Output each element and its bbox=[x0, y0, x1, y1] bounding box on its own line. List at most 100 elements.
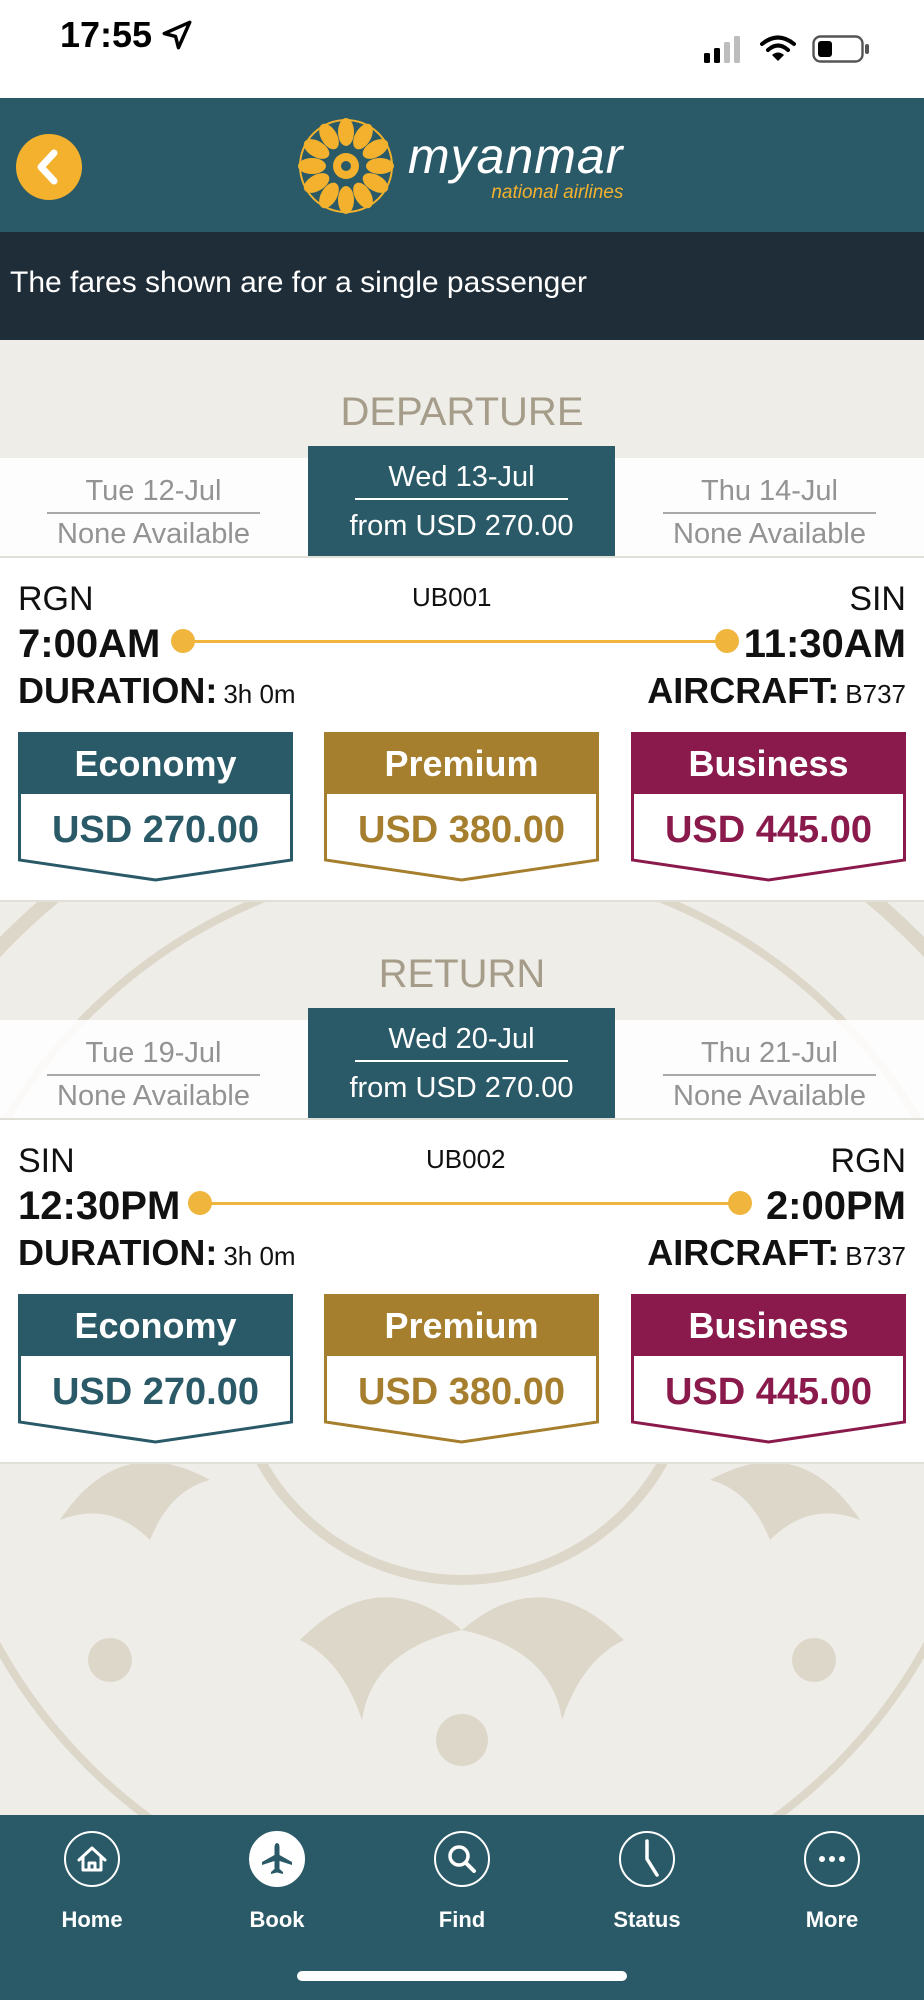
fare-notice-text: The fares shown are for a single passeng… bbox=[10, 266, 587, 299]
date-availability: None Available bbox=[57, 518, 250, 550]
business-fare-button[interactable]: Business USD 445.00 bbox=[631, 1294, 906, 1444]
tab-label: More bbox=[805, 1907, 859, 1932]
return-date-prev[interactable]: Tue 19-Jul None Available bbox=[0, 1020, 307, 1118]
clock-icon bbox=[619, 1831, 675, 1887]
tab-home[interactable]: Home bbox=[0, 1815, 184, 1945]
destination-code: RGN bbox=[830, 1142, 906, 1180]
flight-number: UB001 bbox=[412, 582, 492, 612]
date-availability: None Available bbox=[57, 1080, 250, 1112]
route-end-dot bbox=[728, 1191, 752, 1215]
departure-date-strip: Tue 12-Jul None Available Wed 13-Jul fro… bbox=[0, 446, 924, 556]
cellular-signal-icon bbox=[704, 36, 740, 63]
tab-label: Home bbox=[61, 1907, 123, 1932]
date-availability: from USD 270.00 bbox=[349, 510, 574, 542]
date-label: Thu 14-Jul bbox=[663, 470, 876, 514]
destination-code: SIN bbox=[849, 580, 906, 618]
date-label: Wed 13-Jul bbox=[355, 456, 568, 500]
departure-date-selected[interactable]: Wed 13-Jul from USD 270.00 bbox=[308, 446, 615, 556]
status-bar: 17:55 bbox=[0, 0, 924, 98]
premium-fare-button[interactable]: Premium USD 380.00 bbox=[324, 732, 599, 882]
brand-logo: myanmar national airlines bbox=[298, 118, 623, 214]
origin-code: SIN bbox=[18, 1142, 75, 1180]
bottom-tab-bar: Home Book Find Status More bbox=[0, 1815, 924, 2000]
tab-find[interactable]: Find bbox=[370, 1815, 554, 1945]
fare-price: USD 380.00 bbox=[357, 1371, 565, 1413]
arrival-time: 11:30AM bbox=[743, 622, 906, 666]
fare-price: USD 445.00 bbox=[664, 809, 872, 851]
return-section-title: RETURN bbox=[378, 952, 546, 996]
duration-value: 3h 0m bbox=[223, 1241, 296, 1271]
duration-value: 3h 0m bbox=[223, 679, 296, 709]
tab-book[interactable]: Book bbox=[185, 1815, 369, 1945]
duration-label: DURATION: bbox=[18, 670, 218, 711]
date-label: Wed 20-Jul bbox=[355, 1018, 568, 1062]
tab-more[interactable]: More bbox=[740, 1815, 924, 1945]
route-line bbox=[200, 1202, 740, 1205]
date-label: Tue 19-Jul bbox=[47, 1032, 260, 1076]
economy-fare-button[interactable]: Economy USD 270.00 bbox=[18, 1294, 293, 1444]
fare-class-label: Business bbox=[688, 1305, 849, 1346]
fare-price: USD 380.00 bbox=[357, 809, 565, 851]
departure-date-next[interactable]: Thu 14-Jul None Available bbox=[616, 458, 923, 556]
wifi-icon bbox=[760, 35, 796, 61]
route-line bbox=[183, 640, 727, 643]
flight-number: UB002 bbox=[426, 1144, 506, 1174]
lotus-flower-icon bbox=[298, 118, 394, 214]
date-label: Tue 12-Jul bbox=[47, 470, 260, 514]
fare-class-label: Economy bbox=[74, 1305, 237, 1346]
economy-fare-button[interactable]: Economy USD 270.00 bbox=[18, 732, 293, 882]
aircraft-label: AIRCRAFT: bbox=[647, 1232, 840, 1273]
date-availability: None Available bbox=[673, 518, 866, 550]
home-indicator[interactable] bbox=[297, 1971, 627, 1981]
business-fare-button[interactable]: Business USD 445.00 bbox=[631, 732, 906, 882]
aircraft-value: B737 bbox=[845, 679, 906, 709]
status-time: 17:55 bbox=[60, 14, 153, 55]
battery-icon bbox=[812, 35, 869, 63]
date-availability: None Available bbox=[673, 1080, 866, 1112]
duration: DURATION: 3h 0m bbox=[18, 1232, 296, 1274]
duration: DURATION: 3h 0m bbox=[18, 670, 296, 712]
date-availability: from USD 270.00 bbox=[349, 1072, 574, 1104]
aircraft: AIRCRAFT: B737 bbox=[647, 1232, 906, 1274]
departure-flight-card: RGN UB001 SIN 7:00AM 11:30AM DURATION: 3h… bbox=[0, 556, 924, 902]
tab-label: Status bbox=[613, 1907, 681, 1932]
duration-label: DURATION: bbox=[18, 1232, 218, 1273]
fare-notice-banner: The fares shown are for a single passeng… bbox=[0, 232, 924, 340]
origin-code: RGN bbox=[18, 580, 94, 618]
departure-date-prev[interactable]: Tue 12-Jul None Available bbox=[0, 458, 307, 556]
fare-price: USD 270.00 bbox=[51, 1371, 259, 1413]
return-flight-card: SIN UB002 RGN 12:30PM 2:00PM DURATION: 3h… bbox=[0, 1118, 924, 1464]
brand-subtitle: national airlines bbox=[491, 181, 624, 203]
brand-name: myanmar bbox=[408, 127, 624, 184]
tab-label: Book bbox=[249, 1907, 305, 1932]
tab-label: Find bbox=[438, 1907, 486, 1932]
fare-class-label: Premium bbox=[384, 743, 539, 784]
date-label: Thu 21-Jul bbox=[663, 1032, 876, 1076]
search-icon bbox=[434, 1831, 490, 1887]
tab-status[interactable]: Status bbox=[555, 1815, 739, 1945]
aircraft-label: AIRCRAFT: bbox=[647, 670, 840, 711]
back-button[interactable] bbox=[16, 134, 82, 200]
aircraft: AIRCRAFT: B737 bbox=[647, 670, 906, 712]
fare-class-label: Premium bbox=[384, 1305, 539, 1346]
fare-class-label: Business bbox=[688, 743, 849, 784]
arrival-time: 2:00PM bbox=[765, 1184, 906, 1228]
aircraft-value: B737 bbox=[845, 1241, 906, 1271]
more-icon bbox=[804, 1831, 860, 1887]
premium-fare-button[interactable]: Premium USD 380.00 bbox=[324, 1294, 599, 1444]
departure-time: 7:00AM bbox=[18, 622, 161, 666]
route-end-dot bbox=[715, 629, 739, 653]
chevron-left-icon bbox=[37, 149, 58, 185]
status-icons bbox=[704, 34, 870, 64]
fare-price: USD 270.00 bbox=[51, 809, 259, 851]
location-arrow-icon bbox=[162, 20, 192, 50]
plane-icon bbox=[249, 1831, 305, 1887]
home-icon bbox=[64, 1831, 120, 1887]
fare-class-label: Economy bbox=[74, 743, 237, 784]
fare-price: USD 445.00 bbox=[664, 1371, 872, 1413]
return-date-next[interactable]: Thu 21-Jul None Available bbox=[616, 1020, 923, 1118]
departure-section-title: DEPARTURE bbox=[340, 390, 584, 434]
departure-time: 12:30PM bbox=[18, 1184, 181, 1228]
return-date-selected[interactable]: Wed 20-Jul from USD 270.00 bbox=[308, 1008, 615, 1118]
return-date-strip: Tue 19-Jul None Available Wed 20-Jul fro… bbox=[0, 1008, 924, 1118]
